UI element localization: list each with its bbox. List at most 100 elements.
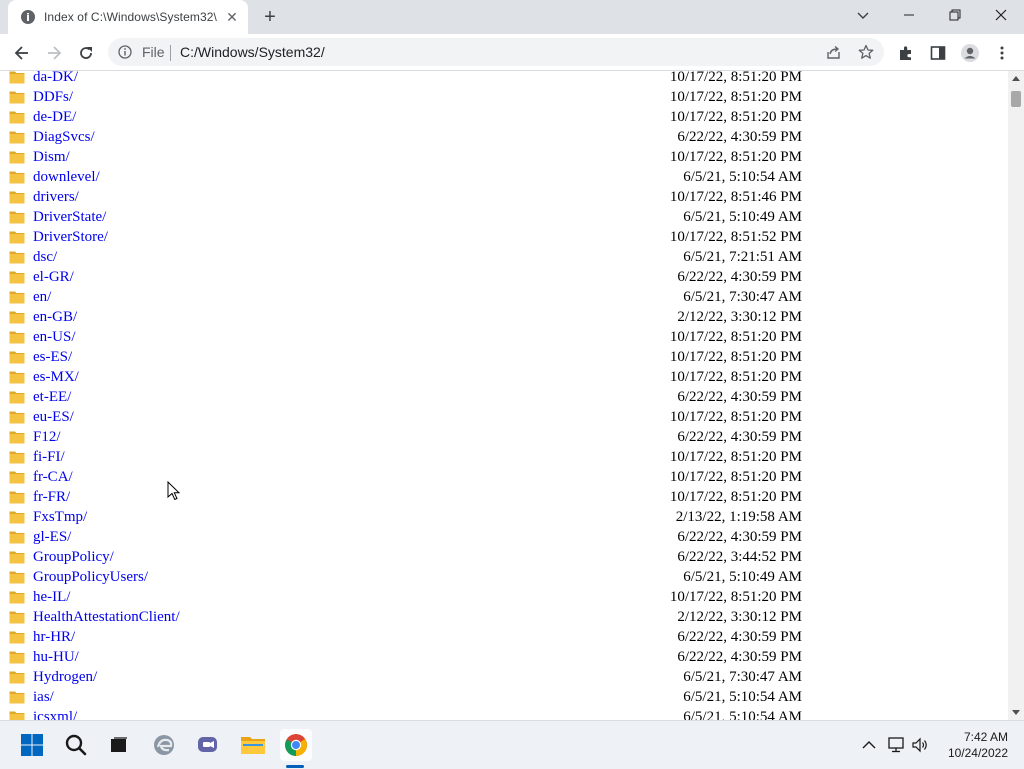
folder-link[interactable]: icsxml/	[33, 707, 77, 720]
folder-icon	[9, 431, 25, 444]
folder-link[interactable]: DDFs/	[33, 87, 73, 107]
modified-date: 10/17/22, 8:51:20 PM	[669, 409, 802, 425]
network-icon	[888, 737, 904, 753]
reload-button[interactable]	[73, 40, 99, 66]
system-clock[interactable]: 7:42 AM 10/24/2022	[948, 729, 1008, 761]
modified-date: 10/17/22, 8:51:46 PM	[669, 189, 802, 205]
table-row: en-GB/2/12/22, 3:30:12 PM	[0, 307, 1008, 327]
minimize-button[interactable]	[886, 0, 932, 30]
info-icon[interactable]	[118, 45, 132, 59]
folder-link[interactable]: fr-FR/	[33, 487, 70, 507]
back-arrow-icon	[14, 46, 28, 60]
file-explorer-button[interactable]	[237, 729, 269, 761]
tab-index-system32[interactable]: i Index of C:\Windows\System32\ ✕	[8, 0, 248, 34]
vertical-scrollbar[interactable]	[1008, 71, 1024, 720]
table-row: el-GR/6/22/22, 4:30:59 PM	[0, 267, 1008, 287]
folder-link[interactable]: Dism/	[33, 147, 70, 167]
tab-close-icon[interactable]: ✕	[224, 9, 240, 25]
extensions-button[interactable]	[893, 40, 919, 66]
restore-icon	[949, 9, 961, 21]
modified-date: 2/12/22, 3:30:12 PM	[677, 309, 802, 325]
back-button[interactable]	[9, 40, 35, 66]
folder-link[interactable]: ias/	[33, 687, 54, 707]
table-row: hr-HR/6/22/22, 4:30:59 PM	[0, 627, 1008, 647]
start-button[interactable]	[16, 729, 48, 761]
folder-link[interactable]: en/	[33, 287, 51, 307]
folder-icon	[9, 411, 25, 424]
folder-icon	[9, 611, 25, 624]
folder-link[interactable]: DiagSvcs/	[33, 127, 95, 147]
folder-link[interactable]: el-GR/	[33, 267, 74, 287]
scroll-up-arrow-icon[interactable]	[1012, 75, 1020, 81]
scrollbar-thumb[interactable]	[1011, 91, 1021, 107]
folder-link[interactable]: GroupPolicyUsers/	[33, 567, 148, 587]
table-row: fr-CA/10/17/22, 8:51:20 PM	[0, 467, 1008, 487]
folder-icon	[9, 551, 25, 564]
folder-link[interactable]: gl-ES/	[33, 527, 71, 547]
volume-button[interactable]	[911, 735, 931, 755]
chrome-button[interactable]	[280, 729, 312, 761]
chevron-up-icon	[862, 741, 876, 749]
menu-button[interactable]	[989, 40, 1015, 66]
show-hidden-icons-button[interactable]	[859, 735, 879, 755]
profile-button[interactable]	[957, 40, 983, 66]
table-row: es-ES/10/17/22, 8:51:20 PM	[0, 347, 1008, 367]
folder-link[interactable]: downlevel/	[33, 167, 100, 187]
folder-link[interactable]: HealthAttestationClient/	[33, 607, 180, 627]
folder-link[interactable]: eu-ES/	[33, 407, 74, 427]
table-row: eu-ES/10/17/22, 8:51:20 PM	[0, 407, 1008, 427]
teams-chat-icon	[198, 737, 217, 752]
address-bar[interactable]: File C:/Windows/System32/	[108, 38, 884, 66]
modified-date: 10/17/22, 8:51:20 PM	[669, 449, 802, 465]
folder-link[interactable]: DriverStore/	[33, 227, 108, 247]
table-row: Hydrogen/6/5/21, 7:30:47 AM	[0, 667, 1008, 687]
folder-link[interactable]: en-GB/	[33, 307, 77, 327]
share-icon[interactable]	[826, 45, 841, 60]
folder-link[interactable]: F12/	[33, 427, 61, 447]
folder-icon	[9, 191, 25, 204]
new-tab-button[interactable]: +	[258, 6, 282, 28]
folder-link[interactable]: es-ES/	[33, 347, 72, 367]
folder-link[interactable]: et-EE/	[33, 387, 71, 407]
folder-link[interactable]: FxsTmp/	[33, 507, 87, 527]
folder-link[interactable]: GroupPolicy/	[33, 547, 114, 567]
table-row: fr-FR/10/17/22, 8:51:20 PM	[0, 487, 1008, 507]
teams-chat-button[interactable]	[192, 729, 224, 761]
taskbar-search-button[interactable]	[60, 729, 92, 761]
folder-link[interactable]: DriverState/	[33, 207, 106, 227]
table-row: en/6/5/21, 7:30:47 AM	[0, 287, 1008, 307]
folder-icon	[9, 231, 25, 244]
network-button[interactable]	[887, 735, 907, 755]
folder-link[interactable]: drivers/	[33, 187, 79, 207]
folder-icon	[9, 111, 25, 124]
table-row: icsxml/6/5/21, 5:10:54 AM	[0, 707, 1008, 720]
restore-button[interactable]	[932, 0, 978, 30]
folder-icon	[9, 651, 25, 664]
folder-link[interactable]: en-US/	[33, 327, 76, 347]
puzzle-icon	[900, 46, 911, 60]
close-button[interactable]	[978, 0, 1024, 30]
side-panel-button[interactable]	[925, 40, 951, 66]
folder-link[interactable]: he-IL/	[33, 587, 70, 607]
folder-link[interactable]: da-DK/	[33, 71, 78, 87]
folder-link[interactable]: es-MX/	[33, 367, 79, 387]
table-row: fi-FI/10/17/22, 8:51:20 PM	[0, 447, 1008, 467]
table-row: DDFs/10/17/22, 8:51:20 PM	[0, 87, 1008, 107]
folder-link[interactable]: fr-CA/	[33, 467, 73, 487]
tab-search-button[interactable]	[840, 0, 886, 30]
folder-link[interactable]: hr-HR/	[33, 627, 75, 647]
edge-button[interactable]	[148, 729, 180, 761]
folder-link[interactable]: de-DE/	[33, 107, 76, 127]
folder-link[interactable]: fi-FI/	[33, 447, 65, 467]
folder-link[interactable]: Hydrogen/	[33, 667, 97, 687]
folder-link[interactable]: hu-HU/	[33, 647, 79, 667]
scroll-down-arrow-icon[interactable]	[1012, 710, 1020, 716]
folder-icon	[9, 371, 25, 384]
url-text[interactable]: C:/Windows/System32/	[180, 44, 325, 60]
start-icon	[21, 734, 43, 756]
folder-link[interactable]: dsc/	[33, 247, 57, 267]
task-view-button[interactable]	[103, 729, 135, 761]
bookmark-star-icon[interactable]	[858, 44, 874, 60]
modified-date: 6/5/21, 5:10:54 AM	[683, 169, 802, 185]
forward-button[interactable]	[41, 40, 67, 66]
